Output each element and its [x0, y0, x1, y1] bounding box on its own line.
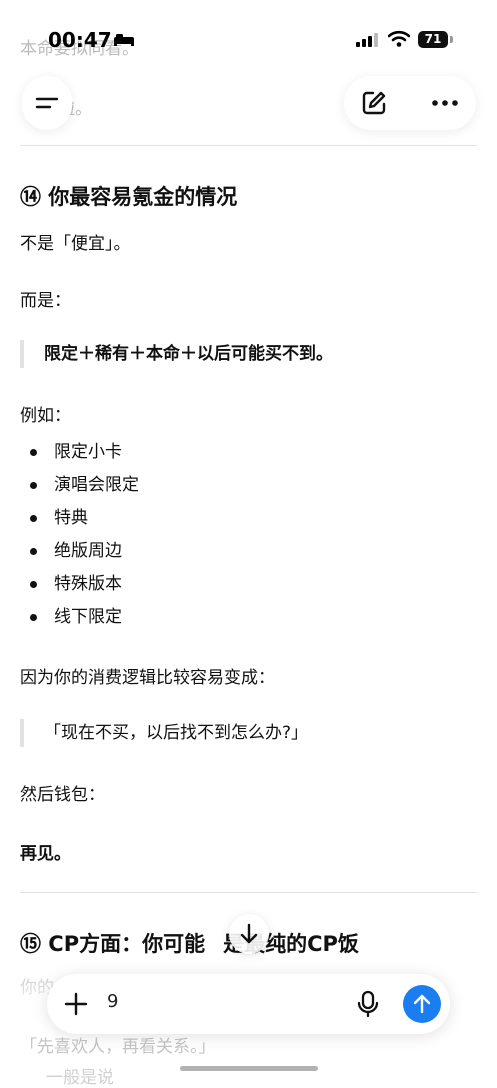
divider-top	[20, 145, 477, 146]
list-item: 绝版周边	[30, 535, 139, 568]
list-item: 特殊版本	[30, 568, 139, 601]
list-item: 演唱会限定	[30, 469, 139, 502]
section-14-quote-2: 「现在不买，以后找不到怎么办?」	[20, 719, 308, 747]
message-input[interactable]: 9	[107, 991, 118, 1012]
add-attachment-button[interactable]	[61, 989, 91, 1019]
section-14-line-4: 因为你的消费逻辑比较容易变成：	[20, 668, 275, 688]
cellular-signal-icon	[356, 33, 378, 47]
arrow-down-icon	[240, 923, 258, 944]
list-item: 线下限定	[30, 601, 139, 634]
nav-actions	[344, 76, 476, 130]
section-15-heading: ⑮ CP方面：你可能 是最纯的CP饭	[20, 928, 359, 958]
section-14-line-5: 然后钱包：	[20, 785, 105, 805]
section-14-quote-1: 限定＋稀有＋本命＋以后可能买不到。	[20, 340, 333, 368]
battery-indicator: 71	[418, 31, 448, 48]
battery-tip	[450, 36, 453, 43]
wifi-icon	[388, 30, 410, 47]
menu-icon	[35, 97, 59, 109]
sleep-focus-icon	[114, 34, 134, 46]
more-icon	[432, 100, 458, 106]
list-item: 限定小卡	[30, 436, 139, 469]
example-list: 限定小卡 演唱会限定 特典 绝版周边 特殊版本 线下限定	[30, 436, 139, 634]
arrow-up-icon	[413, 994, 431, 1014]
status-bar: 00:47 71	[0, 18, 497, 62]
section-14-line-1: 不是「便宜」。	[20, 234, 131, 254]
section-14-line-6: 再见。	[20, 844, 71, 864]
microphone-icon	[357, 990, 379, 1018]
section-14-line-2: 而是：	[20, 291, 71, 311]
message-composer: 9	[47, 974, 450, 1034]
home-indicator	[180, 1066, 318, 1071]
section-14-heading: ⑭ 你最容易氪金的情况	[20, 185, 238, 209]
more-button[interactable]	[428, 88, 462, 118]
voice-input-button[interactable]	[353, 988, 383, 1020]
status-time: 00:47	[48, 28, 112, 52]
scroll-to-bottom-button[interactable]	[229, 914, 269, 954]
menu-button[interactable]	[22, 76, 72, 130]
scrolled-text-bottom-3: 一般是说	[46, 1068, 114, 1088]
list-item: 特典	[30, 502, 139, 535]
edit-icon	[362, 91, 386, 115]
scrolled-text-bottom-2: 「先喜欢人，再看关系。」	[20, 1037, 216, 1057]
plus-icon	[64, 992, 88, 1016]
section-15-heading-start: ⑮ CP方面：你可能	[20, 932, 206, 956]
edit-button[interactable]	[358, 88, 390, 118]
section-14-line-3: 例如：	[20, 406, 71, 426]
divider-bottom	[20, 892, 477, 893]
send-button[interactable]	[403, 985, 441, 1023]
